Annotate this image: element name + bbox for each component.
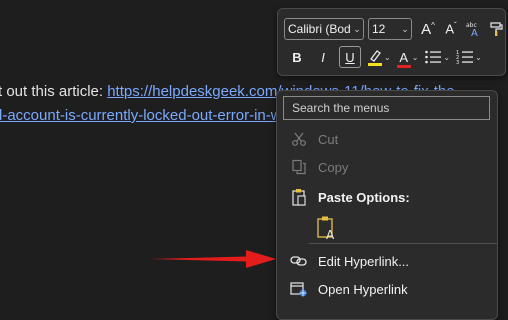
font-size-combobox[interactable]: 12 ⌄ <box>368 18 412 40</box>
styles-button[interactable]: abc A <box>464 18 484 40</box>
edit-link-icon <box>288 250 310 272</box>
menu-separator <box>309 243 497 244</box>
context-menu: Search the menus Cut Copy Paste Options:… <box>276 90 498 320</box>
hyperlink-continued[interactable]: d-account-is-currently-locked-out-error-… <box>0 107 282 124</box>
change-case-icon: abc A <box>466 22 478 38</box>
bullet-list-icon <box>425 50 442 64</box>
menu-item-open-hyperlink[interactable]: Open Hyperlink <box>278 275 496 303</box>
shrink-font-icon: Aˇ <box>445 21 457 37</box>
toolbar-row-2: B I U ⌄ A ⌄ ⌄ 1 2 3 ⌄ <box>284 45 482 69</box>
menu-item-label: Cut <box>318 131 339 147</box>
menu-item-label: Copy <box>318 159 349 175</box>
font-size-value: 12 <box>372 22 386 36</box>
font-color-button[interactable]: A ⌄ <box>396 46 419 68</box>
menu-item-cut[interactable]: Cut <box>278 125 496 153</box>
numbering-button[interactable]: 1 2 3 ⌄ <box>456 46 482 68</box>
font-color-letter: A <box>399 49 409 65</box>
bold-label: B <box>292 49 302 65</box>
grow-font-button[interactable]: A^ <box>418 18 438 40</box>
numbered-list-icon: 1 2 3 <box>456 50 474 65</box>
menu-search-placeholder: Search the menus <box>292 101 390 115</box>
chevron-down-icon[interactable]: ⌄ <box>384 53 391 62</box>
document-text: t out this article: <box>0 83 108 100</box>
bold-button[interactable]: B <box>287 46 307 68</box>
menu-item-copy[interactable]: Copy <box>278 153 496 181</box>
mini-toolbar: Calibri (Body ⌄ 12 ⌄ A^ Aˇ abc A B I U ⌄… <box>277 8 506 76</box>
svg-text:A: A <box>471 28 478 38</box>
underline-label: U <box>345 49 355 65</box>
svg-text:A: A <box>326 228 335 241</box>
scissors-icon <box>288 128 310 150</box>
menu-item-paste-options: Paste Options: <box>278 183 496 211</box>
menu-item-label: Edit Hyperlink... <box>318 253 410 269</box>
document-line-2: d-account-is-currently-locked-out-error-… <box>0 107 282 124</box>
chevron-down-icon[interactable]: ⌄ <box>351 24 363 35</box>
paste-keep-text-only-button[interactable]: A <box>315 215 345 243</box>
highlight-button[interactable]: ⌄ <box>367 46 391 68</box>
font-name-combobox[interactable]: Calibri (Body ⌄ <box>284 18 364 40</box>
copy-icon <box>288 156 310 178</box>
menu-search-input[interactable]: Search the menus <box>283 96 490 120</box>
italic-label: I <box>321 49 325 65</box>
underline-button[interactable]: U <box>339 46 361 68</box>
menu-item-edit-hyperlink[interactable]: Edit Hyperlink... <box>278 247 496 275</box>
italic-button[interactable]: I <box>313 46 333 68</box>
chevron-down-icon[interactable]: ⌄ <box>475 53 482 62</box>
font-name-value: Calibri (Body <box>288 22 351 36</box>
menu-item-label: Paste Options: <box>318 189 410 205</box>
svg-text:3: 3 <box>456 60 459 65</box>
format-painter-icon <box>490 22 503 36</box>
bullets-button[interactable]: ⌄ <box>424 46 450 68</box>
paste-text-only-icon: A <box>317 216 335 242</box>
grow-font-icon: A^ <box>421 20 435 38</box>
chevron-down-icon[interactable]: ⌄ <box>412 53 419 62</box>
chevron-down-icon[interactable]: ⌄ <box>399 24 411 35</box>
font-color-swatch <box>396 64 411 68</box>
menu-item-label: Open Hyperlink <box>318 281 408 297</box>
paste-icon <box>288 186 310 208</box>
annotation-arrow-icon <box>150 250 276 268</box>
shrink-font-button[interactable]: Aˇ <box>441 18 461 40</box>
toolbar-row-1: Calibri (Body ⌄ 12 ⌄ A^ Aˇ abc A <box>284 17 507 41</box>
chevron-down-icon[interactable]: ⌄ <box>443 53 450 62</box>
highlighter-icon <box>368 50 382 66</box>
format-painter-button[interactable] <box>487 18 507 40</box>
open-link-icon <box>288 278 310 300</box>
